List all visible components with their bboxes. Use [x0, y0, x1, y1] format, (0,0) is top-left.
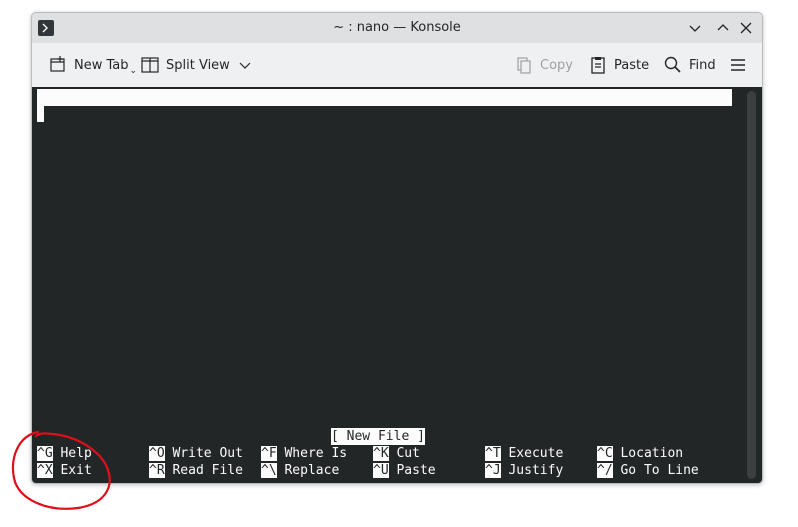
copy-label: Copy — [540, 57, 573, 73]
shortcut-key: ^F — [261, 446, 277, 461]
chevron-down-icon — [239, 62, 251, 69]
split-view-icon — [141, 57, 159, 73]
shortcut-paste[interactable]: ^U Paste — [373, 462, 436, 479]
shortcut-label: Write Out — [172, 446, 243, 461]
shortcut-write-out[interactable]: ^O Write Out — [149, 445, 243, 462]
copy-button[interactable]: Copy — [514, 54, 573, 76]
shortcut-key: ^U — [373, 463, 389, 478]
shortcut-label: Read File — [172, 463, 243, 478]
nano-version: GNU nano 8.7.1 — [52, 107, 162, 122]
shortcut-key: ^\ — [261, 463, 277, 478]
find-button[interactable]: Find — [663, 54, 716, 76]
nano-status-message: [ New File ] — [331, 428, 425, 445]
copy-icon — [517, 57, 531, 74]
nano-filename: foo.txt — [381, 124, 436, 139]
shortcut-label: Execute — [508, 446, 564, 461]
shortcut-key: ^C — [597, 446, 613, 461]
shortcut-read-file[interactable]: ^R Read File — [149, 462, 243, 479]
shortcut-key: ^R — [149, 463, 165, 478]
shortcut-location[interactable]: ^C Location — [597, 445, 683, 462]
minimize-button[interactable] — [686, 19, 704, 37]
close-icon — [740, 22, 752, 34]
hamburger-menu-button[interactable] — [729, 54, 747, 76]
shortcut-label: Replace — [284, 463, 340, 478]
shortcut-key: ^K — [373, 446, 389, 461]
new-tab-button[interactable]: New Tab ⌄ — [48, 54, 137, 76]
window-title: ~ : nano — Konsole — [333, 20, 461, 35]
shortcut-label: Paste — [396, 463, 436, 478]
toolbar: New Tab ⌄ Split View Copy Paste Find — [32, 43, 762, 87]
shortcut-key: ^J — [485, 463, 501, 478]
shortcut-label: Go To Line — [620, 463, 699, 478]
chevron-down-icon: ⌄ — [129, 66, 138, 76]
hamburger-menu-icon — [731, 59, 745, 71]
search-icon — [664, 56, 681, 73]
find-label: Find — [689, 57, 716, 73]
new-tab-label: New Tab — [74, 57, 129, 73]
title-bar[interactable]: ~ : nano — Konsole — [32, 13, 762, 43]
shortcut-label: Location — [620, 446, 684, 461]
split-view-button[interactable]: Split View — [140, 54, 252, 76]
shortcut-replace[interactable]: ^\ Replace — [261, 462, 339, 479]
shortcut-key: ^O — [149, 446, 165, 461]
shortcut-key: ^/ — [597, 463, 613, 478]
shortcut-label: Cut — [396, 446, 420, 461]
red-circle-annotation — [12, 430, 111, 510]
chevron-up-icon — [717, 24, 729, 31]
split-view-label: Split View — [166, 57, 230, 73]
new-tab-icon — [50, 56, 65, 72]
paste-icon — [591, 57, 605, 74]
nano-header-bar: GNU nano 8.7.1 foo.txt — [37, 89, 732, 139]
shortcut-justify[interactable]: ^J Justify — [485, 462, 563, 479]
shortcut-cut[interactable]: ^K Cut — [373, 445, 420, 462]
shortcut-row-2: ^X Exit ^R Read File ^\ Replace ^U Paste… — [37, 462, 737, 479]
shortcut-row-1: ^G Help ^O Write Out ^F Where Is ^K Cut … — [37, 445, 737, 462]
text-cursor — [37, 106, 44, 122]
shortcut-label: Justify — [508, 463, 564, 478]
shortcut-key: ^T — [485, 446, 501, 461]
paste-label: Paste — [614, 57, 650, 73]
shortcut-label: Where Is — [284, 446, 348, 461]
terminal-view[interactable]: GNU nano 8.7.1 foo.txt [ New File ] ^G H… — [32, 87, 762, 483]
scrollbar[interactable] — [747, 91, 756, 479]
shortcut-where-is[interactable]: ^F Where Is — [261, 445, 347, 462]
paste-button[interactable]: Paste — [588, 54, 649, 76]
shortcut-go-to-line[interactable]: ^/ Go To Line — [597, 462, 699, 479]
konsole-window: ~ : nano — Konsole New Tab ⌄ Split View … — [31, 12, 763, 484]
shortcut-execute[interactable]: ^T Execute — [485, 445, 563, 462]
chevron-down-icon — [689, 25, 701, 32]
maximize-button[interactable] — [714, 19, 732, 37]
close-button[interactable] — [737, 19, 755, 37]
